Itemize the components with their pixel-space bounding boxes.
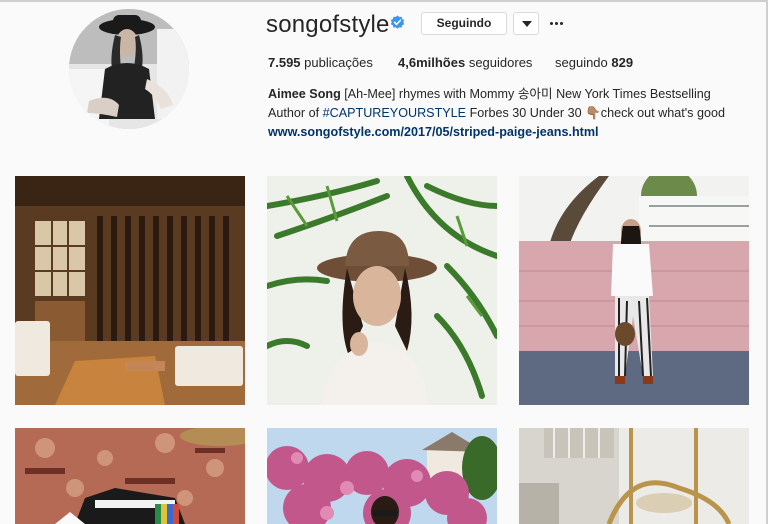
verified-badge-icon [390, 15, 405, 29]
bio-website-link[interactable]: www.songofstyle.com/2017/05/striped-paig… [268, 125, 599, 139]
following-stat[interactable]: seguindo 829 [555, 54, 633, 72]
window-top-border [0, 0, 768, 2]
profile-page: songofstyle Seguindo 7.595 publicações 4… [0, 0, 768, 524]
bio-line-3: www.songofstyle.com/2017/05/striped-paig… [268, 123, 599, 141]
bio-text-3: Forbes 30 Under 30 👇🏽check out what's go… [469, 106, 725, 120]
avatar-photo [69, 9, 189, 129]
following-count: 829 [611, 55, 634, 70]
suggestions-dropdown-button[interactable] [513, 12, 539, 35]
following-button[interactable]: Seguindo [421, 12, 507, 35]
post-image [15, 176, 245, 405]
followers-count: 4,6milhões [398, 55, 466, 70]
more-options-icon[interactable] [549, 12, 563, 35]
bio-full-name: Aimee Song [268, 87, 341, 101]
profile-username: songofstyle [266, 11, 390, 38]
profile-avatar[interactable] [69, 9, 189, 129]
posts-count: 7.595 [268, 55, 301, 70]
post-image [519, 428, 749, 524]
post-tile-hat-palm-portrait[interactable] [267, 176, 497, 405]
bio-hashtag-link[interactable]: #CAPTUREYOURSTYLE [323, 106, 466, 120]
chevron-down-icon [522, 21, 532, 27]
bio-text-2: Author of [268, 106, 320, 120]
followers-stat[interactable]: 4,6milhões seguidores [398, 54, 532, 72]
post-image [267, 176, 497, 405]
post-image [15, 428, 245, 524]
bio-line-2: Author of #CAPTUREYOURSTYLE Forbes 30 Un… [268, 104, 725, 122]
bio-line-1: Aimee Song [Ah-Mee] rhymes with Mommy 송아… [268, 85, 711, 103]
followers-label: seguidores [468, 55, 533, 70]
posts-stat: 7.595 publicações [268, 54, 373, 72]
post-tile-mirror-decor[interactable] [519, 428, 749, 524]
post-tile-bougainvillea[interactable] [267, 428, 497, 524]
post-image [267, 428, 497, 524]
bio-text-1: [Ah-Mee] rhymes with Mommy 송아미 New York … [344, 87, 711, 101]
following-label: seguindo [555, 55, 608, 70]
post-tile-interior-room[interactable] [15, 176, 245, 405]
posts-label: publicações [304, 55, 373, 70]
post-tile-rug-shoes[interactable] [15, 428, 245, 524]
post-image [519, 176, 749, 405]
post-tile-striped-pants-outfit[interactable] [519, 176, 749, 405]
